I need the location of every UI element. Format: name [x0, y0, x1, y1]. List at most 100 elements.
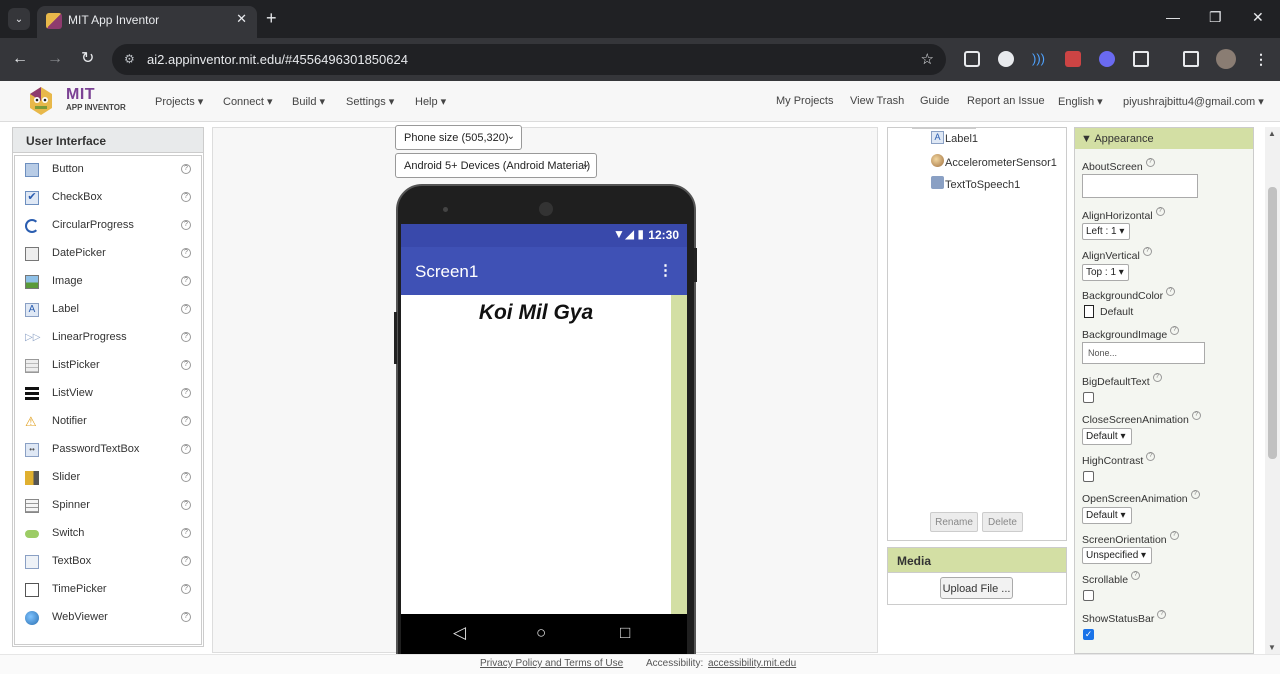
upload-file-button[interactable]: Upload File ... — [940, 577, 1013, 599]
palette-item-circularprogress[interactable]: CircularProgress ? — [15, 212, 201, 240]
help-icon[interactable]: ? — [1191, 411, 1201, 420]
alignhorizontal-select[interactable]: Left : 1 ▾ — [1082, 223, 1130, 240]
phone-canvas[interactable]: Koi Mil Gya — [401, 295, 671, 614]
address-bar[interactable]: ⚙ ai2.appinventor.mit.edu/#4556496301850… — [112, 44, 946, 75]
palette-item-notifier[interactable]: ⚠ Notifier ? — [15, 408, 201, 436]
help-icon[interactable]: ? — [1169, 531, 1179, 540]
palette-item-image[interactable]: Image ? — [15, 268, 201, 296]
help-icon[interactable]: ? — [1157, 610, 1167, 619]
link-my-projects[interactable]: My Projects — [776, 95, 833, 107]
overflow-menu-icon[interactable]: ⋮ — [658, 261, 673, 279]
rename-button[interactable]: Rename — [930, 512, 978, 532]
help-icon[interactable]: ? — [1145, 158, 1155, 167]
new-tab-icon[interactable]: + — [266, 8, 277, 28]
theme-select[interactable]: Android 5+ Devices (Android Material) ⌄ — [395, 153, 597, 178]
palette-item-linearprogress[interactable]: ▷▷ LinearProgress ? — [15, 324, 201, 352]
app-inventor-logo-icon[interactable] — [24, 84, 58, 118]
palette-item-textbox[interactable]: TextBox ? — [15, 548, 201, 576]
help-icon[interactable]: ? — [1131, 571, 1141, 580]
tab-search-button[interactable]: ⌄ — [8, 8, 30, 30]
palette-item-slider[interactable]: Slider ? — [15, 464, 201, 492]
extension-3-icon[interactable]: ))) — [1032, 51, 1048, 67]
side-panel-icon[interactable] — [1183, 51, 1199, 67]
help-icon[interactable]: ? — [181, 416, 191, 426]
bookmark-star-icon[interactable]: ☆ — [921, 50, 934, 68]
minimize-icon[interactable]: — — [1166, 9, 1180, 25]
closescreenanimation-select[interactable]: Default ▾ — [1082, 428, 1132, 445]
help-icon[interactable]: ? — [181, 388, 191, 398]
backgroundcolor-value[interactable]: Default — [1100, 306, 1133, 318]
help-icon[interactable]: ? — [181, 360, 191, 370]
help-icon[interactable]: ? — [181, 332, 191, 342]
palette-item-timepicker[interactable]: TimePicker ? — [15, 576, 201, 604]
help-icon[interactable]: ? — [1146, 452, 1156, 461]
menu-connect[interactable]: Connect ▾ — [223, 95, 273, 108]
phone-size-select[interactable]: Phone size (505,320) ⌄ — [395, 125, 522, 150]
help-icon[interactable]: ? — [1155, 207, 1165, 216]
help-icon[interactable]: ? — [1152, 373, 1162, 382]
palette-category-header[interactable]: User Interface — [13, 128, 203, 153]
palette-item-spinner[interactable]: Spinner ? — [15, 492, 201, 520]
site-info-icon[interactable]: ⚙ — [124, 52, 135, 66]
openscreenanimation-select[interactable]: Default ▾ — [1082, 507, 1132, 524]
browser-tab[interactable]: MIT App Inventor ✕ — [37, 6, 257, 38]
privacy-link[interactable]: Privacy Policy and Terms of Use — [480, 658, 623, 669]
appearance-section-header[interactable]: ▼ Appearance — [1075, 128, 1253, 149]
palette-item-passwordtextbox[interactable]: •• PasswordTextBox ? — [15, 436, 201, 464]
help-icon[interactable]: ? — [181, 528, 191, 538]
component-label1[interactable]: Label1 — [945, 133, 978, 145]
help-icon[interactable]: ? — [181, 192, 191, 202]
account-menu[interactable]: piyushrajbittu4@gmail.com ▾ — [1123, 95, 1264, 108]
help-icon[interactable]: ? — [181, 612, 191, 622]
help-icon[interactable]: ? — [181, 164, 191, 174]
extensions-puzzle-icon[interactable] — [1133, 51, 1149, 67]
help-icon[interactable]: ? — [181, 472, 191, 482]
palette-item-listpicker[interactable]: ListPicker ? — [15, 352, 201, 380]
help-icon[interactable]: ? — [181, 304, 191, 314]
forward-icon[interactable]: → — [47, 49, 63, 69]
restore-icon[interactable]: ❐ — [1209, 9, 1222, 26]
tab-close-icon[interactable]: ✕ — [236, 11, 247, 27]
extension-2-icon[interactable] — [998, 51, 1014, 67]
scroll-down-icon[interactable]: ▼ — [1268, 643, 1276, 652]
language-menu[interactable]: English ▾ — [1058, 95, 1103, 108]
color-swatch[interactable] — [1084, 305, 1094, 318]
backgroundimage-picker[interactable]: None... — [1082, 342, 1205, 364]
palette-item-label[interactable]: A Label ? — [15, 296, 201, 324]
alignvertical-select[interactable]: Top : 1 ▾ — [1082, 264, 1129, 281]
showstatusbar-checkbox[interactable]: ✓ — [1083, 629, 1094, 640]
bigdefaulttext-checkbox[interactable] — [1083, 392, 1094, 403]
browser-menu-icon[interactable]: ⋮ — [1254, 51, 1270, 67]
help-icon[interactable]: ? — [181, 584, 191, 594]
link-guide[interactable]: Guide — [920, 95, 949, 107]
profile-avatar[interactable] — [1216, 49, 1236, 69]
menu-help[interactable]: Help ▾ — [415, 95, 446, 108]
scroll-up-icon[interactable]: ▲ — [1268, 129, 1276, 138]
palette-item-datepicker[interactable]: DatePicker ? — [15, 240, 201, 268]
screenorientation-select[interactable]: Unspecified ▾ — [1082, 547, 1152, 564]
label1-preview[interactable]: Koi Mil Gya — [401, 301, 671, 325]
help-icon[interactable]: ? — [1170, 326, 1180, 335]
link-view-trash[interactable]: View Trash — [850, 95, 904, 107]
help-icon[interactable]: ? — [181, 444, 191, 454]
component-accelerometersensor1[interactable]: AccelerometerSensor1 — [945, 157, 1057, 169]
help-icon[interactable]: ? — [181, 220, 191, 230]
help-icon[interactable]: ? — [1190, 490, 1200, 499]
help-icon[interactable]: ? — [181, 248, 191, 258]
palette-item-webviewer[interactable]: WebViewer ? — [15, 604, 201, 632]
accessibility-link[interactable]: accessibility.mit.edu — [708, 658, 796, 669]
help-icon[interactable]: ? — [181, 500, 191, 510]
help-icon[interactable]: ? — [181, 276, 191, 286]
palette-item-button[interactable]: Button ? — [15, 156, 201, 184]
scrollable-checkbox[interactable] — [1083, 590, 1094, 601]
palette-item-listview[interactable]: ListView ? — [15, 380, 201, 408]
highcontrast-checkbox[interactable] — [1083, 471, 1094, 482]
extension-5-icon[interactable] — [1099, 51, 1115, 67]
link-report-issue[interactable]: Report an Issue — [967, 95, 1045, 107]
back-icon[interactable]: ← — [12, 49, 28, 69]
menu-projects[interactable]: Projects ▾ — [155, 95, 203, 108]
scroll-thumb[interactable] — [1268, 187, 1277, 459]
help-icon[interactable]: ? — [1142, 247, 1152, 256]
extension-1-icon[interactable] — [964, 51, 980, 67]
palette-item-switch[interactable]: Switch ? — [15, 520, 201, 548]
